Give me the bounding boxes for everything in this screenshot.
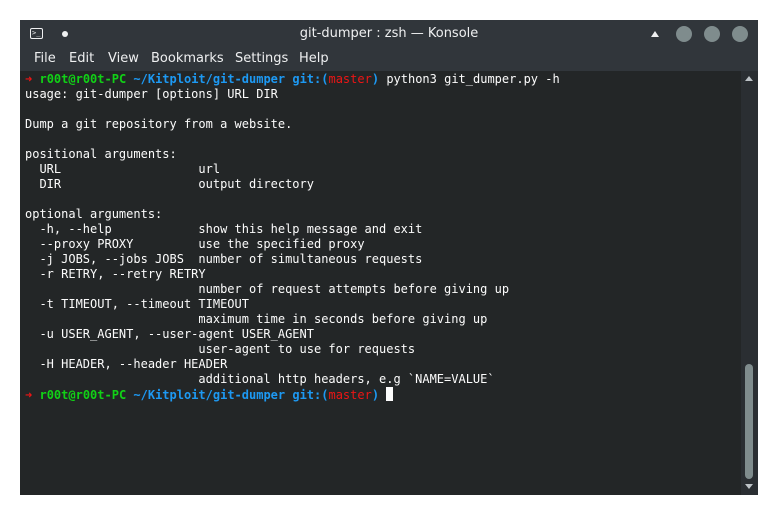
prompt-user-host: r00t@r00t-PC	[39, 72, 127, 86]
output-line: -t TIMEOUT, --timeout TIMEOUT	[25, 297, 249, 311]
prompt-line: ➜ r00t@r00t-PC ~/Kitploit/git-dumper git…	[25, 387, 394, 402]
output-line: -r RETRY, --retry RETRY	[25, 267, 206, 281]
prompt-line: ➜ r00t@r00t-PC ~/Kitploit/git-dumper git…	[25, 72, 560, 87]
menu-file[interactable]: File	[34, 47, 56, 71]
prompt-arrow-icon: ➜	[25, 72, 33, 86]
menu-bar: File Edit View Bookmarks Settings Help	[20, 47, 758, 71]
prompt-command: python3 git_dumper.py -h	[386, 72, 560, 86]
output-line: -j JOBS, --jobs JOBS number of simultane…	[25, 252, 423, 266]
close-icon[interactable]	[732, 26, 748, 42]
output-line: -H HEADER, --header HEADER	[25, 357, 228, 371]
prompt-git-open: git:(	[292, 72, 329, 86]
prompt-path: ~/Kitploit/git-dumper	[133, 388, 286, 402]
output-line: additional http headers, e.g `NAME=VALUE…	[25, 372, 495, 386]
window-title: git-dumper : zsh — Konsole	[299, 26, 479, 41]
prompt-branch: master	[328, 72, 372, 86]
output-line: URL url	[25, 162, 221, 176]
output-line: Dump a git repository from a website.	[25, 117, 293, 131]
output-line: DIR output directory	[25, 177, 314, 191]
vertical-scrollbar[interactable]	[741, 71, 758, 495]
scroll-down-arrow-icon[interactable]	[745, 484, 753, 489]
output-line: -h, --help show this help message and ex…	[25, 222, 423, 236]
output-line: number of request attempts before giving…	[25, 282, 510, 296]
prompt-branch: master	[328, 388, 372, 402]
prompt-user-host: r00t@r00t-PC	[39, 388, 127, 402]
title-bar[interactable]: >_ git-dumper : zsh — Konsole	[20, 20, 758, 47]
keep-above-icon[interactable]	[651, 31, 659, 37]
prompt-git-open: git:(	[292, 388, 329, 402]
output-line: maximum time in seconds before giving up	[25, 312, 488, 326]
prompt-path: ~/Kitploit/git-dumper	[133, 72, 286, 86]
prompt-arrow-icon: ➜	[25, 388, 33, 402]
menu-edit[interactable]: Edit	[69, 47, 94, 71]
menu-help[interactable]: Help	[299, 47, 329, 71]
minimize-icon[interactable]	[676, 26, 692, 42]
output-line: user-agent to use for requests	[25, 342, 416, 356]
output-line: optional arguments:	[25, 207, 163, 221]
scroll-up-arrow-icon[interactable]	[745, 76, 753, 81]
terminal-output[interactable]: ➜ r00t@r00t-PC ~/Kitploit/git-dumper git…	[20, 71, 741, 495]
scrollbar-thumb[interactable]	[745, 364, 753, 479]
konsole-window: >_ git-dumper : zsh — Konsole File Edit …	[20, 20, 758, 495]
output-line: positional arguments:	[25, 147, 177, 161]
menu-settings[interactable]: Settings	[235, 47, 288, 71]
prompt-git-close: )	[371, 72, 380, 86]
maximize-icon[interactable]	[704, 26, 720, 42]
menu-bookmarks[interactable]: Bookmarks	[151, 47, 224, 71]
text-cursor	[386, 387, 394, 401]
output-line: --proxy PROXY use the specified proxy	[25, 237, 365, 251]
prompt-git-close: )	[371, 388, 380, 402]
output-line: usage: git-dumper [options] URL DIR	[25, 87, 278, 101]
menu-view[interactable]: View	[108, 47, 139, 71]
output-line: -u USER_AGENT, --user-agent USER_AGENT	[25, 327, 314, 341]
